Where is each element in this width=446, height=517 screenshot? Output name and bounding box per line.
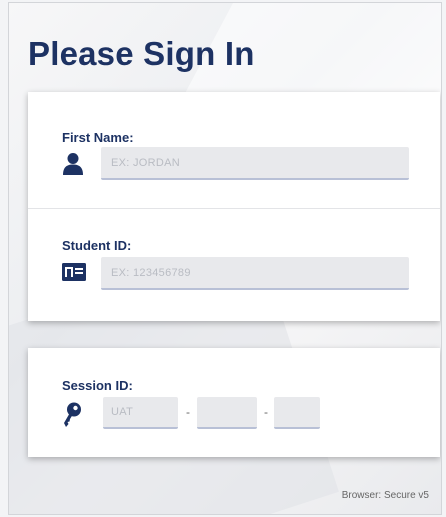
id-card-icon	[62, 263, 86, 286]
student-id-label: Student ID:	[62, 238, 132, 253]
session-separator-2: -	[264, 405, 268, 419]
session-part2-input[interactable]	[274, 397, 320, 429]
session-separator-1: -	[186, 405, 190, 419]
identity-card: First Name: Student ID:	[28, 92, 440, 321]
browser-version-text: Browser: Secure v5	[341, 490, 429, 501]
student-id-input[interactable]	[101, 257, 409, 290]
key-icon	[62, 402, 82, 433]
session-card: Session ID: - -	[28, 348, 440, 457]
sign-in-frame: Please Sign In First Name: Student ID: S…	[8, 2, 442, 515]
card-divider	[28, 208, 440, 209]
page-title: Please Sign In	[28, 35, 255, 72]
first-name-label: First Name:	[62, 130, 134, 145]
person-icon	[62, 152, 84, 181]
first-name-input[interactable]	[101, 147, 409, 180]
session-part1-input[interactable]	[197, 397, 257, 429]
session-id-label: Session ID:	[62, 378, 133, 393]
session-prefix-input[interactable]	[103, 397, 178, 429]
